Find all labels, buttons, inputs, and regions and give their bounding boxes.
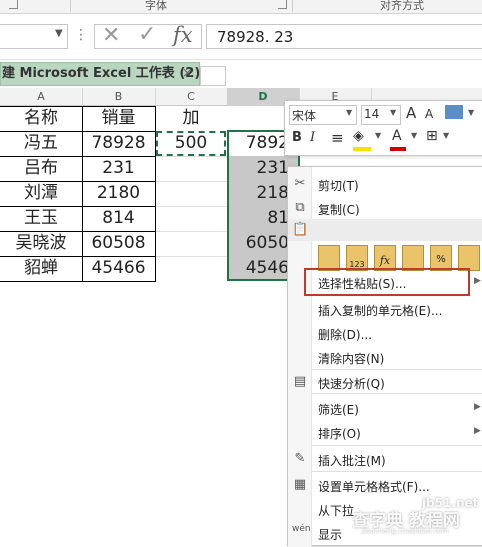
scissors-icon: ✂ <box>294 176 306 191</box>
cell-c1[interactable]: 加 <box>155 106 227 131</box>
menu-item-delete[interactable]: 删除(D)... <box>318 326 372 343</box>
dialog-launcher-icon[interactable] <box>9 0 18 9</box>
cell-d3[interactable]: 231 <box>227 156 289 181</box>
cell-b4[interactable]: 2180 <box>82 181 155 206</box>
cell-d7[interactable]: 4546 <box>227 256 289 281</box>
ribbon-group-labels: 字体 对齐方式 <box>0 0 482 14</box>
align-center-icon[interactable]: ≡ <box>331 129 344 147</box>
cell-a5[interactable]: 王玉 <box>0 206 82 231</box>
comment-icon: ✎ <box>294 451 306 466</box>
menu-item-cut[interactable]: 剪切(T) <box>318 177 359 194</box>
column-header-c[interactable]: C <box>155 88 228 106</box>
menu-item-paste-special[interactable]: 选择性粘贴(S)... <box>318 275 406 292</box>
format-cells-icon: ▦ <box>293 477 307 492</box>
cell-b5[interactable]: 814 <box>82 206 155 231</box>
submenu-arrow-icon: ▶ <box>474 426 481 436</box>
watermark: jb51.net 查字典 教程网 jiaocheng.chazidian.com <box>352 496 482 538</box>
new-tab-button[interactable] <box>200 66 226 86</box>
cell-a4[interactable]: 刘潭 <box>0 181 82 206</box>
formula-input[interactable]: 78928. 23 <box>206 24 482 49</box>
menu-item-sort[interactable]: 排序(O) <box>318 425 361 442</box>
font-group-label: 字体 <box>145 0 167 12</box>
cell-b6[interactable]: 60508 <box>82 231 155 256</box>
menu-item-format-cells[interactable]: 设置单元格格式(F)... <box>318 478 430 495</box>
menu-item-insert-comment[interactable]: 插入批注(M) <box>318 452 386 469</box>
cell-d4[interactable]: 218 <box>227 181 289 206</box>
alignment-group-label: 对齐方式 <box>380 0 424 12</box>
chevron-down-icon[interactable]: ▼ <box>411 131 417 140</box>
cell-b3[interactable]: 231 <box>82 156 155 181</box>
clipboard-icon: 📋 <box>292 222 309 237</box>
chevron-down-icon[interactable]: ▼ <box>390 108 396 117</box>
cell-d6[interactable]: 6050 <box>227 231 289 256</box>
cell-a7[interactable]: 貂蝉 <box>0 256 82 281</box>
bold-icon[interactable]: B <box>292 130 302 145</box>
menu-item-filter[interactable]: 筛选(E) <box>318 401 359 418</box>
font-dialog-launcher-icon[interactable] <box>278 0 287 9</box>
quick-analysis-icon: ▤ <box>293 374 307 389</box>
italic-icon[interactable]: I <box>310 130 315 145</box>
cell-a1[interactable]: 名称 <box>0 106 82 131</box>
border-icon[interactable]: ⊞ <box>426 128 438 144</box>
cell-b2[interactable]: 78928 <box>82 131 155 156</box>
cancel-icon[interactable]: ✕ <box>102 23 120 48</box>
font-size-value[interactable]: 14 <box>364 107 379 121</box>
cell-a3[interactable]: 吕布 <box>0 156 82 181</box>
menu-item-insert-copied[interactable]: 插入复制的单元格(E)... <box>318 302 442 319</box>
workbook-tab[interactable]: 建 Microsoft Excel 工作表 (2) * <box>0 62 200 86</box>
grow-font-icon[interactable]: A <box>406 104 416 122</box>
chevron-down-icon[interactable]: ▼ <box>55 28 63 39</box>
watermark-line3: jiaocheng.chazidian.com <box>362 527 449 535</box>
submenu-arrow-icon: ▶ <box>474 402 481 412</box>
cell-d5[interactable]: 81 <box>227 206 289 231</box>
more-icon: ⋮ <box>74 27 88 43</box>
menu-item-show-phonetic[interactable]: 显示 <box>318 526 342 543</box>
cell-b7[interactable]: 45466 <box>82 256 155 281</box>
column-header-a[interactable]: A <box>0 88 83 106</box>
phonetic-icon: wén <box>292 524 311 534</box>
shrink-font-icon[interactable]: A <box>425 107 433 121</box>
confirm-icon[interactable]: ✓ <box>138 22 156 47</box>
insert-function-icon[interactable]: fx <box>173 23 193 47</box>
menu-item-quick-analysis[interactable]: 快速分析(Q) <box>318 375 385 392</box>
submenu-arrow-icon: ▶ <box>474 276 481 286</box>
cell-d2[interactable]: 7892 <box>227 131 289 156</box>
menu-item-copy[interactable]: 复制(C) <box>318 201 360 218</box>
copy-icon: ⧉ <box>295 200 305 215</box>
menu-item-clear[interactable]: 清除内容(N) <box>318 350 384 367</box>
menu-item-pick-list[interactable]: 从下拉 <box>318 502 354 519</box>
font-color-icon[interactable]: A <box>392 128 402 144</box>
context-menu: ✂ 剪切(T) ⧉ 复制(C) 📋 123 fx % 选择性粘贴(S)... ▶… <box>287 166 482 547</box>
cell-b1[interactable]: 销量 <box>82 106 155 131</box>
chevron-down-icon[interactable]: ▼ <box>468 108 474 117</box>
cell-c2[interactable]: 500 <box>155 131 227 156</box>
fill-color-icon[interactable]: ◈ <box>353 128 364 144</box>
chevron-down-icon[interactable]: ▼ <box>346 108 352 117</box>
column-header-b[interactable]: B <box>82 88 156 106</box>
mini-toolbar: 宋体 ▼ 14 ▼ A A ▼ B I ≡ ◈ ▼ A ▼ ⊞ ▼ <box>284 100 482 156</box>
close-icon[interactable]: × <box>182 66 193 81</box>
chevron-down-icon[interactable]: ▼ <box>443 131 449 140</box>
cell-a6[interactable]: 吴晓波 <box>0 231 82 256</box>
number-format-icon[interactable] <box>445 105 463 119</box>
font-name-value[interactable]: 宋体 <box>292 107 316 124</box>
cell-a2[interactable]: 冯五 <box>0 131 82 156</box>
chevron-down-icon[interactable]: ▼ <box>375 131 381 140</box>
